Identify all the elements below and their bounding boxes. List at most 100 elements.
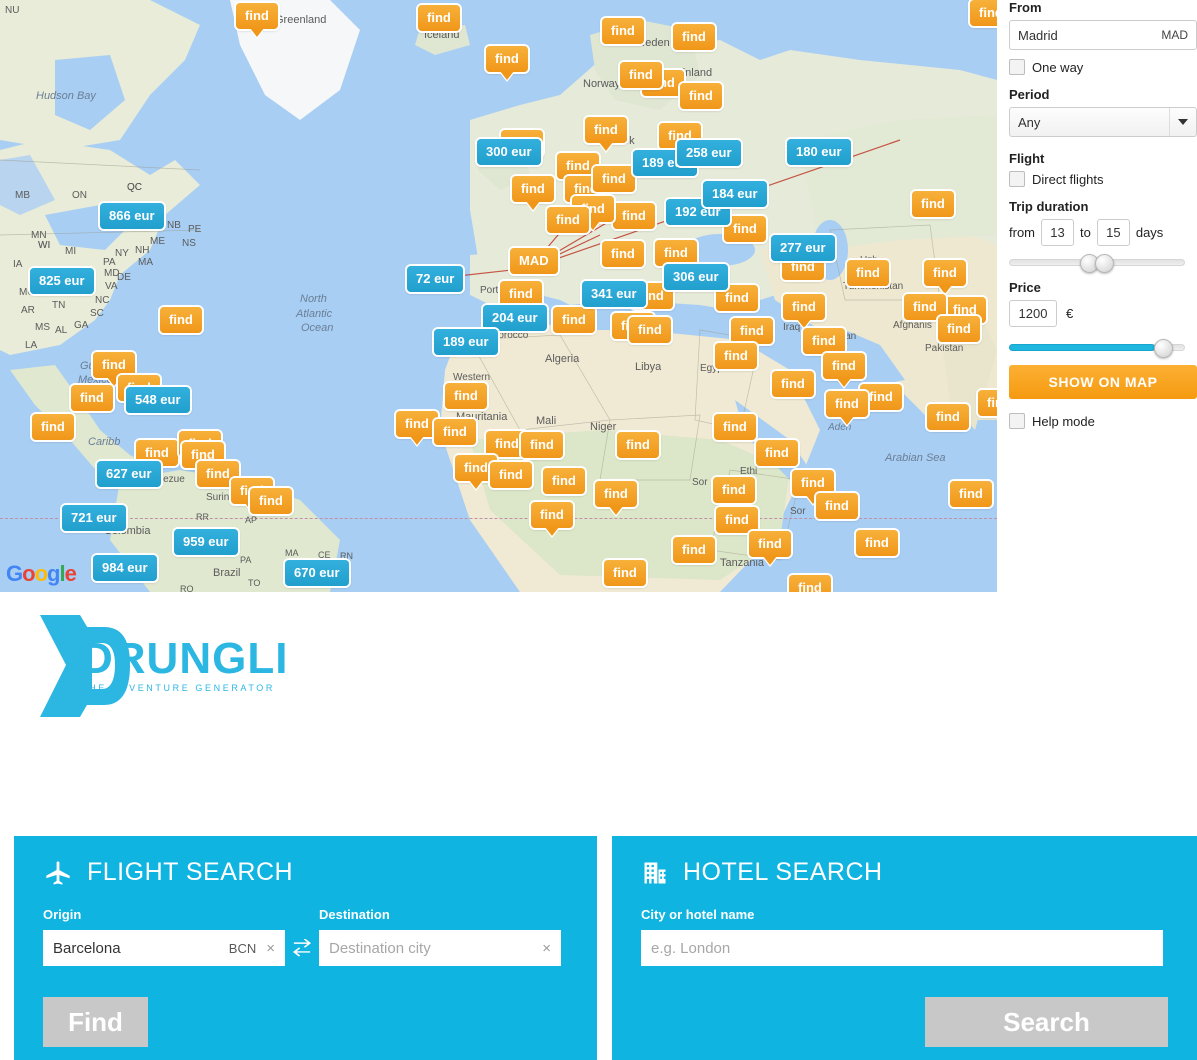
- origin-clear-icon[interactable]: ×: [266, 940, 275, 957]
- map-price-marker[interactable]: 258 eur: [677, 140, 741, 166]
- duration-min-input[interactable]: 13: [1041, 219, 1074, 246]
- map-find-marker[interactable]: find: [673, 537, 715, 563]
- map-find-marker[interactable]: find: [655, 240, 697, 266]
- map-price-marker[interactable]: 189 eur: [434, 329, 498, 355]
- hotel-search-panel[interactable]: HOTEL SEARCH City or hotel name e.g. Lon…: [612, 836, 1197, 1060]
- map-find-marker[interactable]: find: [617, 432, 659, 458]
- map-find-marker[interactable]: find: [490, 462, 532, 488]
- map-price-marker[interactable]: 627 eur: [97, 461, 161, 487]
- direct-flights-row[interactable]: Direct flights: [1009, 171, 1197, 187]
- flight-find-button[interactable]: Find: [43, 997, 148, 1047]
- map-find-marker[interactable]: find: [604, 560, 646, 586]
- map-panel[interactable]: Hudson BayNorthAtlanticOceanGulf ofMexic…: [0, 0, 997, 592]
- map-price-marker[interactable]: 959 eur: [174, 529, 238, 555]
- trip-duration-slider[interactable]: [1009, 254, 1185, 273]
- map-find-marker[interactable]: find: [512, 176, 554, 202]
- map-find-marker[interactable]: find: [434, 419, 476, 445]
- direct-flights-checkbox[interactable]: [1009, 171, 1025, 187]
- price-slider[interactable]: [1009, 339, 1185, 358]
- map-price-marker[interactable]: 825 eur: [30, 268, 94, 294]
- map-find-marker[interactable]: find: [32, 414, 74, 440]
- help-mode-row[interactable]: Help mode: [1009, 413, 1197, 429]
- map-find-marker[interactable]: find: [826, 391, 868, 417]
- map-find-marker[interactable]: find: [418, 5, 460, 31]
- map-price-marker[interactable]: 341 eur: [582, 281, 646, 307]
- map-find-marker[interactable]: find: [602, 18, 644, 44]
- map-find-marker[interactable]: find: [714, 414, 756, 440]
- map-price-marker[interactable]: 721 eur: [62, 505, 126, 531]
- map-find-marker[interactable]: find: [543, 468, 585, 494]
- map-find-marker[interactable]: find: [856, 530, 898, 556]
- map-find-marker[interactable]: find: [595, 481, 637, 507]
- site-logo[interactable]: DRUNGLI THE ADVENTURE GENERATOR: [18, 605, 287, 725]
- map-find-marker[interactable]: find: [593, 166, 635, 192]
- price-slider-handle[interactable]: [1154, 339, 1173, 358]
- map-find-marker[interactable]: find: [731, 318, 773, 344]
- price-row[interactable]: 1200 €: [1009, 300, 1185, 327]
- map-find-marker[interactable]: find: [803, 328, 845, 354]
- map-find-marker[interactable]: find: [680, 83, 722, 109]
- map-find-marker[interactable]: find: [912, 191, 954, 217]
- map-find-marker[interactable]: find: [71, 385, 113, 411]
- map-price-marker[interactable]: 548 eur: [126, 387, 190, 413]
- map-price-marker[interactable]: 866 eur: [100, 203, 164, 229]
- help-mode-checkbox[interactable]: [1009, 413, 1025, 429]
- map-find-marker[interactable]: find: [673, 24, 715, 50]
- map-find-marker[interactable]: find: [486, 46, 528, 72]
- map-find-marker[interactable]: find: [602, 241, 644, 267]
- map-price-marker[interactable]: 277 eur: [771, 235, 835, 261]
- map-find-marker[interactable]: find: [938, 316, 980, 342]
- destination-clear-icon[interactable]: ×: [542, 940, 551, 957]
- map-price-marker[interactable]: 184 eur: [703, 181, 767, 207]
- one-way-checkbox[interactable]: [1009, 59, 1025, 75]
- map-price-marker[interactable]: 306 eur: [664, 264, 728, 290]
- map-find-marker[interactable]: find: [847, 260, 889, 286]
- map-price-marker[interactable]: 300 eur: [477, 139, 541, 165]
- map-find-marker[interactable]: find: [620, 62, 662, 88]
- map-find-marker[interactable]: find: [445, 383, 487, 409]
- flight-search-panel[interactable]: FLIGHT SEARCH Origin Barcelona BCN × Des…: [14, 836, 597, 1060]
- map-find-marker[interactable]: find: [553, 307, 595, 333]
- map-find-marker[interactable]: find: [823, 353, 865, 379]
- map-find-marker[interactable]: find: [396, 411, 438, 437]
- duration-slider-handle-max[interactable]: [1095, 254, 1114, 273]
- hotel-city-input[interactable]: e.g. London: [641, 930, 1163, 966]
- map-price-marker[interactable]: 204 eur: [483, 305, 547, 331]
- map-find-marker[interactable]: find: [970, 0, 997, 26]
- map-find-marker[interactable]: find: [500, 281, 542, 307]
- map-price-marker[interactable]: 670 eur: [285, 560, 349, 586]
- map-find-marker[interactable]: find: [713, 477, 755, 503]
- chevron-down-icon[interactable]: [1169, 108, 1196, 136]
- map-find-marker[interactable]: find: [547, 207, 589, 233]
- destination-input[interactable]: Destination city ×: [319, 930, 561, 966]
- map-find-marker[interactable]: find: [789, 575, 831, 592]
- show-on-map-button[interactable]: SHOW ON MAP: [1009, 365, 1197, 399]
- origin-marker-mad[interactable]: MAD: [510, 248, 558, 274]
- map-price-marker[interactable]: 72 eur: [407, 266, 464, 292]
- map-price-marker[interactable]: 180 eur: [787, 139, 851, 165]
- map-find-marker[interactable]: find: [236, 3, 278, 29]
- map-find-marker[interactable]: find: [783, 294, 825, 320]
- one-way-row[interactable]: One way: [1009, 59, 1197, 75]
- map-find-marker[interactable]: find: [950, 481, 992, 507]
- origin-input[interactable]: Barcelona BCN ×: [43, 930, 285, 966]
- map-find-marker[interactable]: find: [521, 432, 563, 458]
- map-find-marker[interactable]: find: [716, 507, 758, 533]
- duration-max-input[interactable]: 15: [1096, 219, 1130, 246]
- map-find-marker[interactable]: find: [927, 404, 969, 430]
- map-find-marker[interactable]: find: [724, 216, 766, 242]
- hotel-search-button[interactable]: Search: [925, 997, 1168, 1047]
- map-find-marker[interactable]: find: [613, 203, 655, 229]
- swap-origin-destination-button[interactable]: [285, 930, 319, 966]
- search-filter-sidebar[interactable]: From Madrid MAD One way Period Any Fligh…: [997, 0, 1197, 592]
- map-find-marker[interactable]: find: [715, 343, 757, 369]
- from-city-input[interactable]: Madrid MAD: [1009, 20, 1197, 50]
- map-find-marker[interactable]: find: [531, 502, 573, 528]
- map-find-marker[interactable]: find: [250, 488, 292, 514]
- map-find-marker[interactable]: find: [160, 307, 202, 333]
- price-input[interactable]: 1200: [1009, 300, 1057, 327]
- map-find-marker[interactable]: find: [585, 117, 627, 143]
- period-select[interactable]: Any: [1009, 107, 1197, 137]
- map-price-marker[interactable]: 984 eur: [93, 555, 157, 581]
- map-find-marker[interactable]: find: [629, 317, 671, 343]
